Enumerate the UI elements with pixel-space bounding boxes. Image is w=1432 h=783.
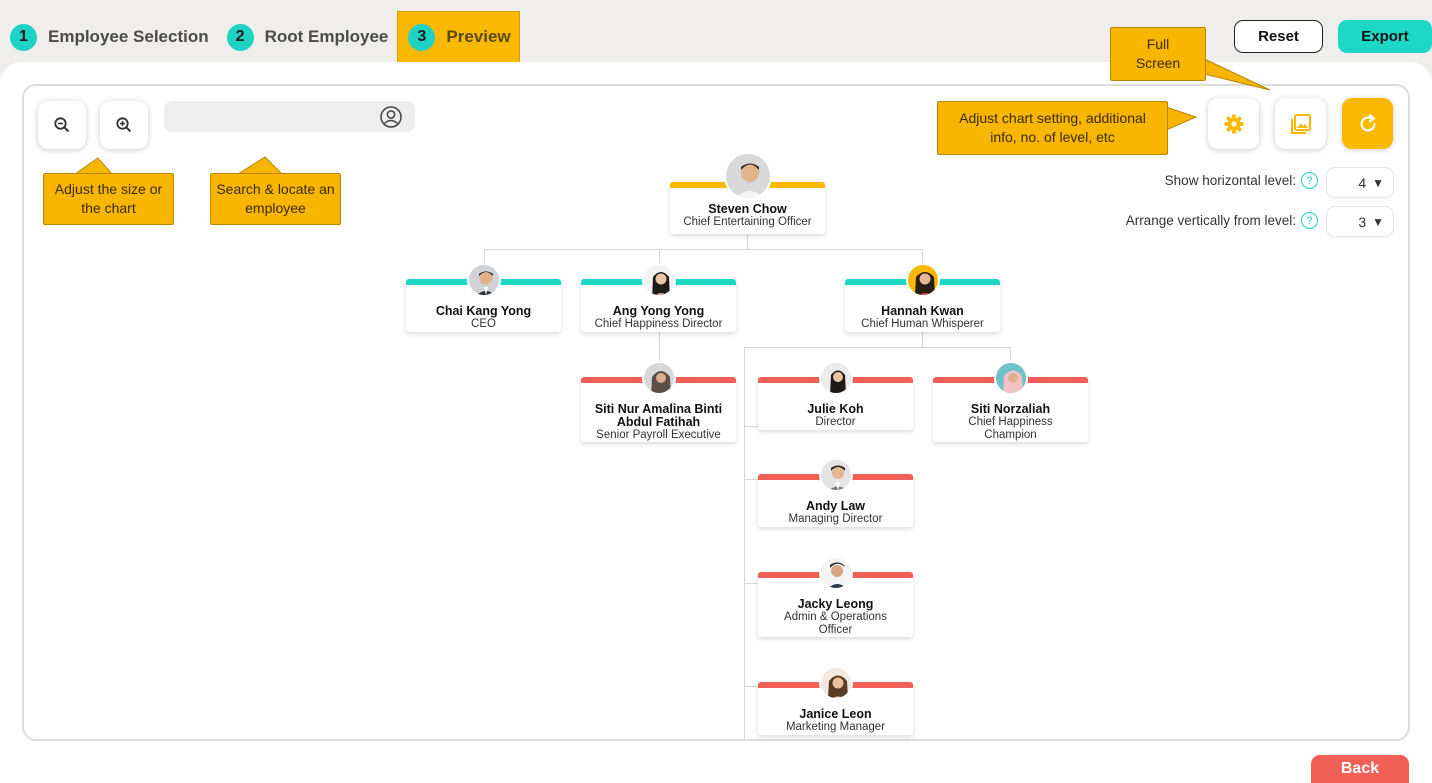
step-employee-selection[interactable]: 1 Employee Selection xyxy=(0,12,217,62)
employee-card[interactable]: Chai Kang Yong CEO xyxy=(406,263,561,332)
step-number: 1 xyxy=(10,23,37,51)
step-number: 2 xyxy=(226,23,254,51)
reset-button[interactable]: Reset xyxy=(1234,20,1323,53)
employee-name: Janice Leon xyxy=(799,707,872,721)
employee-card[interactable]: Ang Yong Yong Chief Happiness Director xyxy=(581,263,736,332)
avatar xyxy=(993,361,1028,395)
search-callout: Search & locate an employee xyxy=(210,173,341,225)
avatar xyxy=(723,152,772,200)
employee-card[interactable]: Siti Nur Amalina Binti Abdul Fatihah Sen… xyxy=(581,361,736,442)
employee-name: Chai Kang Yong xyxy=(435,304,532,318)
employee-card[interactable]: Julie Koh Director xyxy=(758,361,913,430)
zoom-out-icon xyxy=(54,117,70,133)
step-root-employee[interactable]: 2 Root Employee xyxy=(217,12,397,62)
image-frame-icon xyxy=(1290,113,1311,134)
employee-name: Steven Chow xyxy=(708,202,787,216)
employee-name: Andy Law xyxy=(805,499,866,513)
help-icon[interactable]: ? xyxy=(1301,172,1318,189)
connector-line xyxy=(747,234,748,250)
zoom-in-button[interactable] xyxy=(100,101,148,149)
back-button[interactable]: Back xyxy=(1311,755,1409,783)
connector-line xyxy=(744,347,1010,348)
employee-name: Jacky Leong xyxy=(797,597,874,611)
vertical-level-setting: Arrange vertically from level: ? xyxy=(1126,212,1318,229)
employee-name: Ang Yong Yong xyxy=(612,304,705,318)
person-search-icon[interactable] xyxy=(379,105,403,134)
employee-card[interactable]: Hannah Kwan Chief Human Whisperer xyxy=(845,263,1000,332)
horizontal-level-value: 4 xyxy=(1358,174,1367,191)
help-icon[interactable]: ? xyxy=(1301,212,1318,229)
avatar xyxy=(818,556,853,590)
connector-line xyxy=(744,426,758,427)
employee-title: Marketing Manager xyxy=(785,721,886,733)
vertical-level-label: Arrange vertically from level: xyxy=(1125,213,1296,228)
employee-title: Admin & Operations Officer xyxy=(784,611,887,636)
horizontal-level-setting: Show horizontal level: ? xyxy=(1165,172,1318,189)
caret-down-icon: ▼ xyxy=(1372,214,1384,229)
employee-title: Chief Human Whisperer xyxy=(861,318,984,330)
fullscreen-button[interactable] xyxy=(1275,98,1326,149)
connector-line xyxy=(484,249,922,250)
employee-title: Chief Happiness Champion xyxy=(968,416,1053,441)
avatar xyxy=(818,458,853,492)
zoom-callout: Adjust the size or the chart xyxy=(43,173,174,225)
avatar xyxy=(818,361,853,395)
connector-line xyxy=(744,583,758,584)
avatar xyxy=(466,263,501,297)
export-button[interactable]: Export xyxy=(1338,20,1432,53)
caret-down-icon: ▼ xyxy=(1372,175,1384,190)
employee-title: Managing Director xyxy=(788,513,883,525)
horizontal-level-select[interactable]: 4 ▼ xyxy=(1327,168,1393,197)
employee-card[interactable]: Siti Norzaliah Chief Happiness Champion xyxy=(933,361,1088,442)
connector-line xyxy=(744,686,758,687)
settings-callout: Adjust chart setting, additional info, n… xyxy=(937,101,1168,155)
employee-name: Siti Norzaliah xyxy=(970,402,1051,416)
vertical-level-select[interactable]: 3 ▼ xyxy=(1327,207,1393,236)
employee-name: Siti Nur Amalina Binti Abdul Fatihah xyxy=(594,402,723,429)
employee-title: Director xyxy=(815,416,856,428)
avatar xyxy=(905,263,940,297)
employee-name: Julie Koh xyxy=(807,402,864,416)
connector-line xyxy=(744,347,745,739)
employee-card[interactable]: Andy Law Managing Director xyxy=(758,458,913,527)
zoom-in-icon xyxy=(116,117,132,133)
search-input[interactable] xyxy=(164,101,415,132)
employee-title: Chief Entertaining Officer xyxy=(683,216,812,228)
step-label: Employee Selection xyxy=(48,27,209,46)
zoom-out-button[interactable] xyxy=(38,101,86,149)
fullscreen-callout: Full Screen xyxy=(1110,27,1206,81)
employee-search xyxy=(164,101,415,132)
step-label: Preview xyxy=(446,27,511,46)
vertical-level-value: 3 xyxy=(1358,213,1367,230)
avatar xyxy=(641,361,676,395)
employee-card[interactable]: Janice Leon Marketing Manager xyxy=(758,666,913,735)
avatar xyxy=(818,666,853,700)
refresh-icon xyxy=(1360,113,1376,131)
avatar xyxy=(641,263,676,297)
step-label: Root Employee xyxy=(264,27,389,46)
wizard-steps: 1 Employee Selection 2 Root Employee 3 P… xyxy=(0,12,519,62)
step-number: 3 xyxy=(408,23,436,51)
connector-line xyxy=(922,332,923,348)
employee-card[interactable]: Steven Chow Chief Entertaining Officer xyxy=(670,152,825,234)
employee-card[interactable]: Jacky Leong Admin & Operations Officer xyxy=(758,556,913,637)
horizontal-level-label: Show horizontal level: xyxy=(1164,173,1296,188)
gear-icon xyxy=(1223,113,1244,134)
connector-line xyxy=(744,479,758,480)
employee-title: Senior Payroll Executive xyxy=(596,429,721,441)
settings-button[interactable] xyxy=(1208,98,1259,149)
employee-title: Chief Happiness Director xyxy=(594,318,723,330)
employee-title: CEO xyxy=(471,318,496,330)
employee-name: Hannah Kwan xyxy=(881,304,964,318)
step-preview[interactable]: 3 Preview xyxy=(398,12,519,62)
refresh-button[interactable] xyxy=(1342,98,1393,149)
